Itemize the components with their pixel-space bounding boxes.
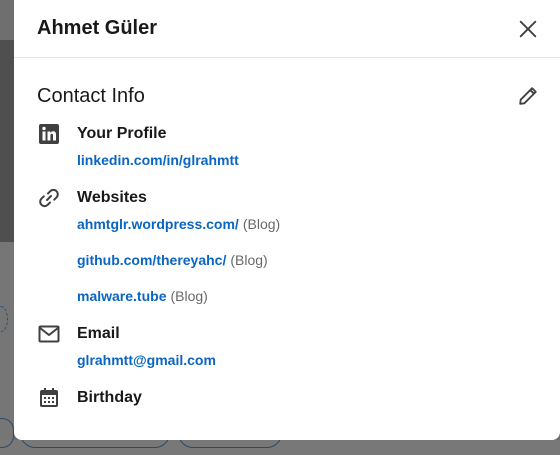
website-link[interactable]: github.com/thereyahc/ xyxy=(77,252,226,268)
website-link[interactable]: malware.tube xyxy=(77,288,166,304)
calendar-icon xyxy=(40,388,58,407)
contact-info-header: Contact Info xyxy=(14,58,560,114)
website-type: (Blog) xyxy=(230,252,268,268)
modal-title: Ahmet Güler xyxy=(37,17,158,39)
websites-label: Websites xyxy=(77,189,147,206)
email-link[interactable]: glrahmtt@gmail.com xyxy=(77,352,216,368)
background-page xyxy=(0,40,14,242)
website-item: github.com/thereyahc/(Blog) xyxy=(77,252,268,268)
close-button[interactable] xyxy=(510,11,546,47)
pencil-icon xyxy=(519,87,537,105)
link-icon xyxy=(39,188,59,208)
section-title: Contact Info xyxy=(37,84,145,107)
email-label: Email xyxy=(77,325,120,342)
close-icon xyxy=(519,20,537,37)
birthday-label: Birthday xyxy=(77,389,142,406)
website-link[interactable]: ahmtglr.wordpress.com/ xyxy=(77,216,239,232)
website-type: (Blog) xyxy=(170,288,208,304)
profile-label: Your Profile xyxy=(77,125,167,142)
website-item: malware.tube (Blog) xyxy=(77,288,208,304)
envelope-icon xyxy=(38,325,60,343)
edit-contact-button[interactable] xyxy=(510,78,546,114)
contact-info-modal: Ahmet Güler Contact Info Your Profile li… xyxy=(14,0,560,440)
website-type: (Blog) xyxy=(242,216,281,232)
modal-header: Ahmet Güler xyxy=(14,0,560,58)
linkedin-icon xyxy=(39,124,59,144)
profile-link[interactable]: linkedin.com/in/glrahmtt xyxy=(77,152,239,168)
website-item: ahmtglr.wordpress.com/(Blog) xyxy=(77,216,280,232)
